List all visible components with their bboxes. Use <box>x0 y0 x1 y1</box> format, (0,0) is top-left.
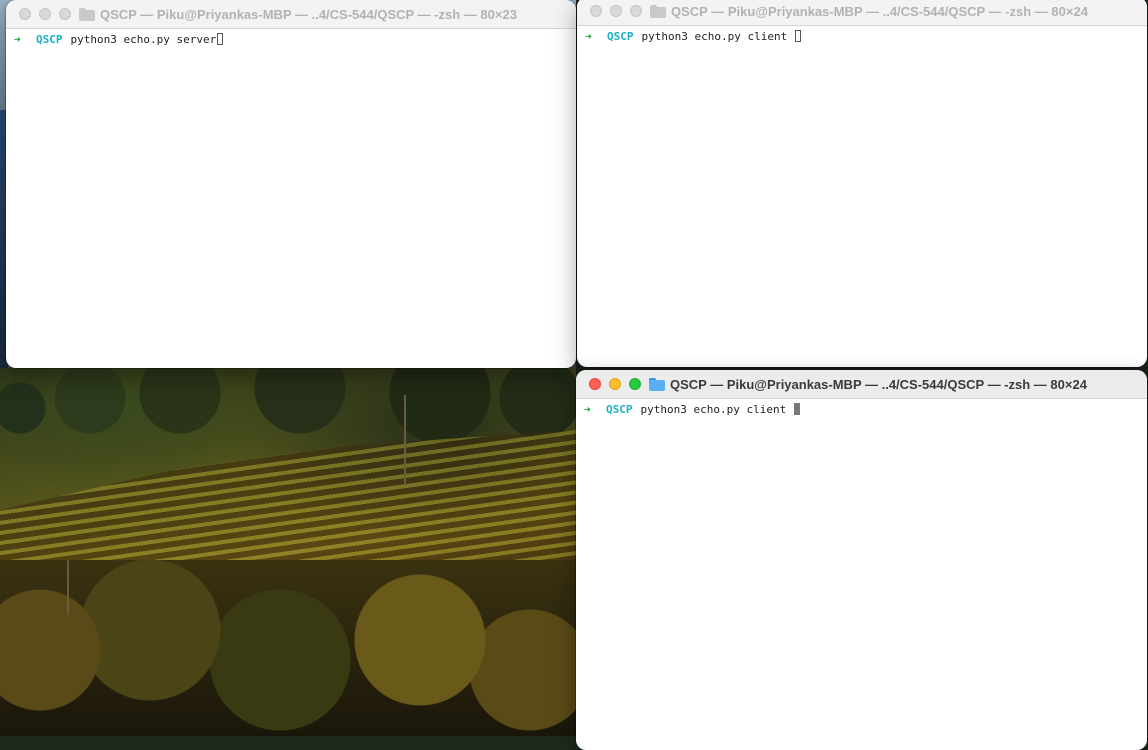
text-cursor <box>793 403 800 415</box>
window-title: QSCP — Piku@Priyankas-MBP — ..4/CS-544/Q… <box>649 377 1087 392</box>
window-titlebar[interactable]: QSCP — Piku@Priyankas-MBP — ..4/CS-544/Q… <box>576 370 1147 399</box>
prompt-line: ➜ QSCP python3 echo.py client <box>585 29 1139 43</box>
window-titlebar[interactable]: QSCP — Piku@Priyankas-MBP — ..4/CS-544/Q… <box>577 0 1147 26</box>
folder-icon <box>649 377 665 391</box>
window-title: QSCP — Piku@Priyankas-MBP — ..4/CS-544/Q… <box>79 7 517 22</box>
minimize-button[interactable] <box>610 5 622 17</box>
minimize-button[interactable] <box>609 378 621 390</box>
window-title: QSCP — Piku@Priyankas-MBP — ..4/CS-544/Q… <box>650 4 1088 19</box>
prompt-arrow-icon: ➜ <box>585 29 592 43</box>
prompt-directory: QSCP <box>606 402 633 416</box>
prompt-arrow-icon: ➜ <box>14 32 21 46</box>
zoom-button[interactable] <box>630 5 642 17</box>
terminal-window-client-bottom[interactable]: QSCP — Piku@Priyankas-MBP — ..4/CS-544/Q… <box>576 370 1147 750</box>
prompt-arrow-icon: ➜ <box>584 402 591 416</box>
command-text: python3 echo.py client <box>640 402 793 416</box>
window-title-text: QSCP — Piku@Priyankas-MBP — ..4/CS-544/Q… <box>670 376 1087 392</box>
folder-icon <box>79 7 95 21</box>
wallpaper-utility-pole <box>67 560 69 615</box>
zoom-button[interactable] <box>59 8 71 20</box>
prompt-line: ➜ QSCP python3 echo.py client <box>584 402 1139 416</box>
text-cursor <box>217 33 224 45</box>
window-title-text: QSCP — Piku@Priyankas-MBP — ..4/CS-544/Q… <box>671 3 1088 19</box>
terminal-window-client-top[interactable]: QSCP — Piku@Priyankas-MBP — ..4/CS-544/Q… <box>577 0 1147 367</box>
window-titlebar[interactable]: QSCP — Piku@Priyankas-MBP — ..4/CS-544/Q… <box>6 0 576 29</box>
close-button[interactable] <box>589 378 601 390</box>
traffic-lights <box>576 378 641 390</box>
command-text: python3 echo.py client <box>641 29 794 43</box>
traffic-lights <box>577 5 642 17</box>
terminal-content[interactable]: ➜ QSCP python3 echo.py server <box>6 29 576 49</box>
folder-icon <box>650 4 666 18</box>
terminal-content[interactable]: ➜ QSCP python3 echo.py client <box>577 26 1147 46</box>
command-text: python3 echo.py server <box>70 32 217 46</box>
prompt-directory: QSCP <box>36 32 63 46</box>
terminal-content[interactable]: ➜ QSCP python3 echo.py client <box>576 399 1147 419</box>
wallpaper-utility-pole <box>404 395 406 485</box>
prompt-directory: QSCP <box>607 29 634 43</box>
close-button[interactable] <box>590 5 602 17</box>
text-cursor <box>794 30 801 42</box>
close-button[interactable] <box>19 8 31 20</box>
window-title-text: QSCP — Piku@Priyankas-MBP — ..4/CS-544/Q… <box>100 6 517 22</box>
minimize-button[interactable] <box>39 8 51 20</box>
wallpaper-trees-bottom <box>0 560 576 736</box>
traffic-lights <box>6 8 71 20</box>
zoom-button[interactable] <box>629 378 641 390</box>
terminal-window-server[interactable]: QSCP — Piku@Priyankas-MBP — ..4/CS-544/Q… <box>6 0 576 368</box>
prompt-line: ➜ QSCP python3 echo.py server <box>14 32 568 46</box>
